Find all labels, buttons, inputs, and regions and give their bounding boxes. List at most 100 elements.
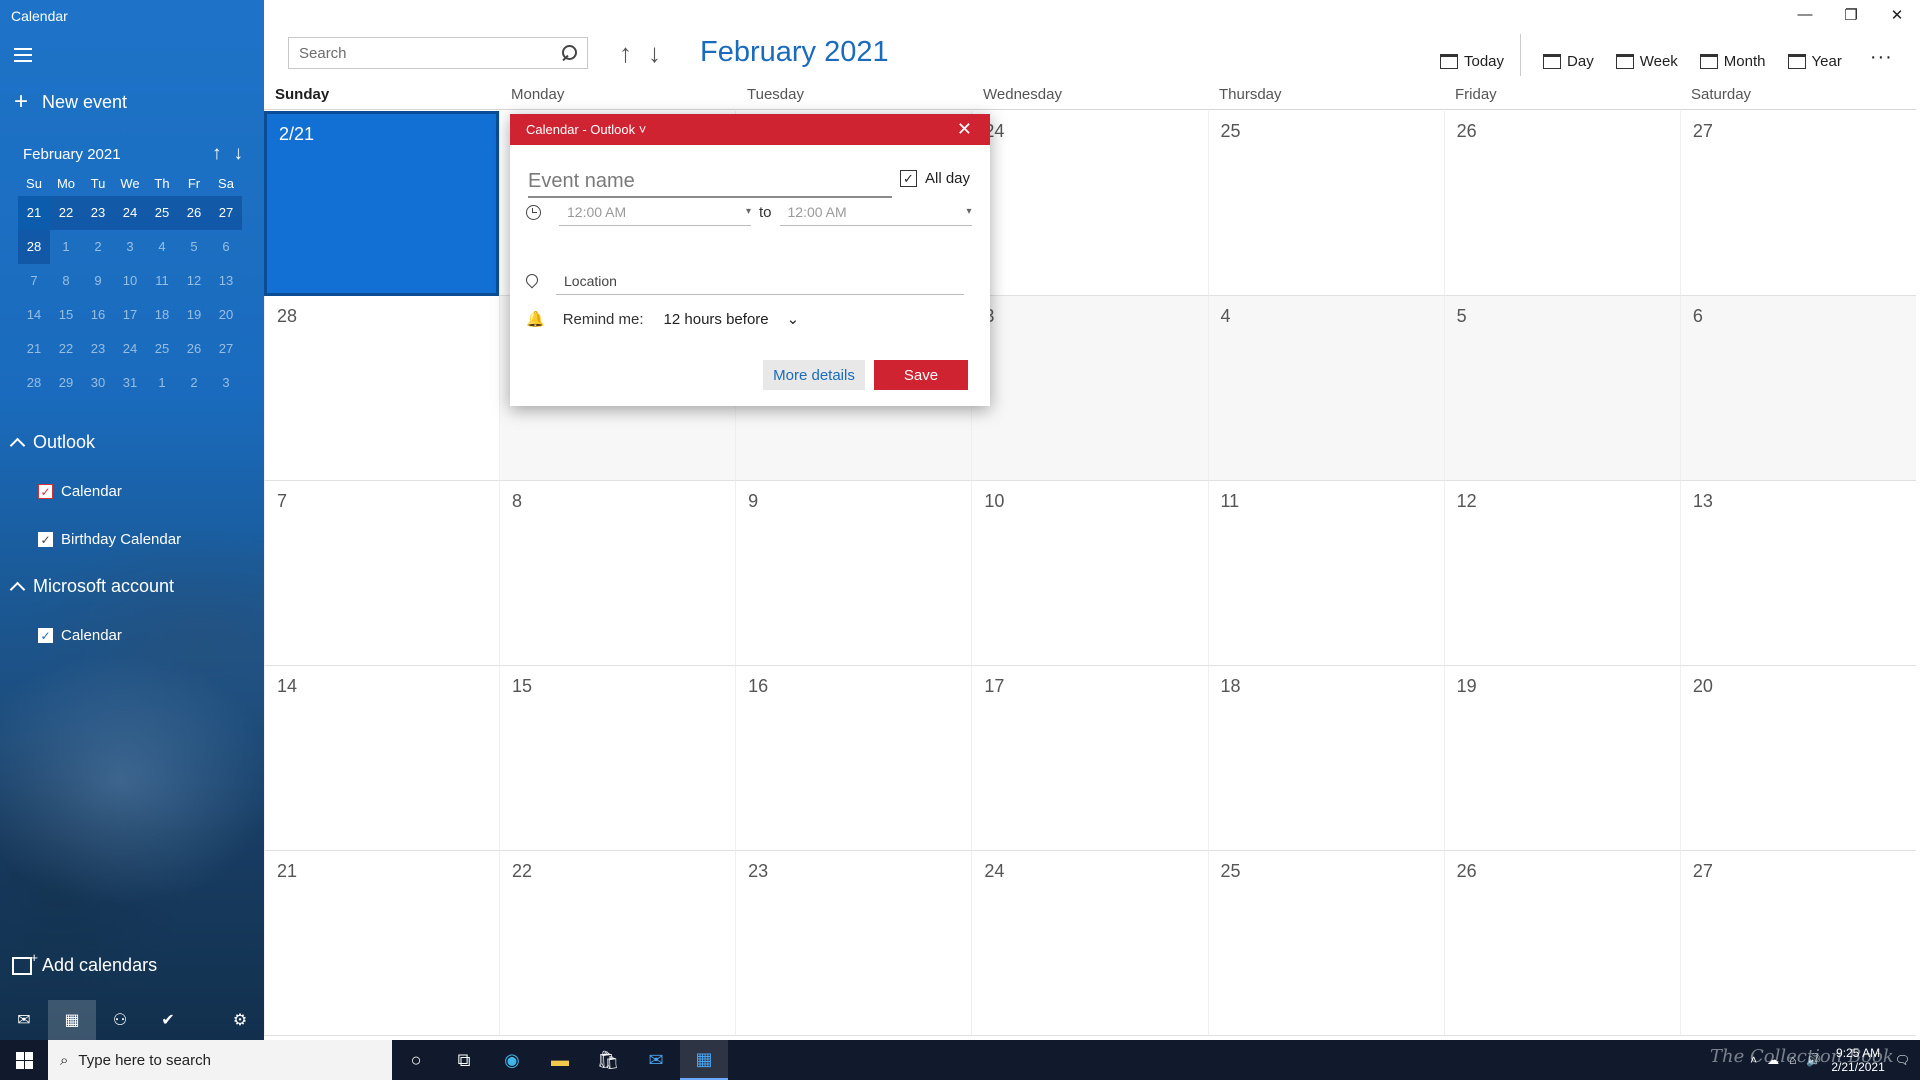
all-day-checkbox[interactable]: ✓ All day [900,170,970,187]
day-cell[interactable]: 14 [264,666,499,851]
calendar-selector[interactable]: Calendar - Outlook ˅ [526,122,646,137]
save-button[interactable]: Save [874,360,968,390]
mini-day-cell[interactable]: 18 [146,298,178,332]
day-cell[interactable]: 12 [1443,481,1680,666]
mini-day-cell[interactable]: 23 [82,332,114,366]
reminder-select[interactable]: 12 hours before ⌄ [664,310,800,329]
mini-calendar-title[interactable]: February 2021 [23,146,121,163]
mini-day-cell[interactable]: 17 [114,298,146,332]
checkbox-checked-icon[interactable]: ✓ [38,628,53,643]
next-month-arrow-icon[interactable]: ↓ [648,38,661,69]
microsoft-calendar-item[interactable]: ✓ Calendar [38,627,122,644]
mini-prev-arrow-icon[interactable]: ↑ [212,143,222,165]
mini-day-cell[interactable]: 31 [114,366,146,400]
day-cell[interactable]: 20 [1679,666,1916,851]
day-cell[interactable]: 9 [735,481,972,666]
day-cell[interactable]: 22 [499,851,736,1036]
mini-day-cell[interactable]: 3 [114,230,146,264]
day-cell[interactable]: 2/21 [264,111,499,296]
store-icon[interactable]: 🛍 [584,1040,632,1080]
day-cell[interactable]: 28 [264,296,499,481]
task-view-icon[interactable]: ⧉ [440,1040,488,1080]
mini-day-cell[interactable]: 24 [114,196,146,230]
day-cell[interactable]: 10 [971,481,1208,666]
mini-day-cell[interactable]: 22 [50,196,82,230]
mini-day-cell[interactable]: 9 [82,264,114,298]
mail-app-icon[interactable]: ✉ [632,1040,680,1080]
mail-icon[interactable]: ✉ [0,1000,48,1040]
mini-day-cell[interactable]: 1 [50,230,82,264]
day-cell[interactable]: 11 [1207,481,1444,666]
day-cell[interactable]: 27 [1679,111,1916,296]
outlook-section-toggle[interactable]: Outlook [9,432,95,454]
add-calendars-button[interactable]: Add calendars [12,950,157,976]
minimize-icon[interactable]: — [1782,6,1828,28]
day-cell[interactable]: 18 [1207,666,1444,851]
mini-day-cell[interactable]: 26 [178,332,210,366]
week-view-button[interactable]: Week [1615,53,1678,70]
more-details-button[interactable]: More details [763,360,865,390]
mini-day-cell[interactable]: 21 [18,196,50,230]
day-cell[interactable]: 7 [264,481,499,666]
mini-day-cell[interactable]: 14 [18,298,50,332]
day-cell[interactable]: 25 [1207,111,1444,296]
mini-day-cell[interactable]: 1 [146,366,178,400]
day-view-button[interactable]: Day [1543,53,1594,70]
day-cell[interactable]: 5 [1443,296,1680,481]
day-cell[interactable]: 4 [1207,296,1444,481]
taskbar-search-input[interactable]: ⌕ Type here to search [48,1040,392,1080]
mini-day-cell[interactable]: 25 [146,332,178,366]
day-cell[interactable]: 16 [735,666,972,851]
search-input[interactable]: Search [288,37,588,69]
search-icon[interactable] [561,45,577,61]
mini-next-arrow-icon[interactable]: ↓ [234,143,244,165]
close-window-icon[interactable]: ✕ [1874,6,1920,28]
day-cell[interactable]: 27 [1679,851,1916,1036]
mini-day-cell[interactable]: 27 [210,332,242,366]
mini-day-cell[interactable]: 24 [114,332,146,366]
mini-day-cell[interactable]: 4 [146,230,178,264]
mini-day-cell[interactable]: 5 [178,230,210,264]
mini-day-cell[interactable]: 29 [50,366,82,400]
start-time-select[interactable]: 12:00 AM ▾ [559,198,751,226]
day-cell[interactable]: 13 [1679,481,1916,666]
day-cell[interactable]: 25 [1207,851,1444,1036]
calendar-app-icon[interactable]: ▦ [680,1040,728,1080]
event-name-input[interactable]: Event name [528,166,892,198]
mini-day-cell[interactable]: 27 [210,196,242,230]
day-cell[interactable]: 26 [1443,851,1680,1036]
day-cell[interactable]: 17 [971,666,1208,851]
mini-day-cell[interactable]: 6 [210,230,242,264]
mini-day-cell[interactable]: 13 [210,264,242,298]
day-cell[interactable]: 24 [971,851,1208,1036]
mini-day-cell[interactable]: 25 [146,196,178,230]
mini-day-cell[interactable]: 2 [178,366,210,400]
mini-day-cell[interactable]: 20 [210,298,242,332]
edge-browser-icon[interactable]: ◉ [488,1040,536,1080]
cortana-icon[interactable]: ○ [392,1040,440,1080]
today-button[interactable]: Today [1440,53,1504,70]
mini-day-cell[interactable]: 21 [18,332,50,366]
windows-start-icon[interactable] [0,1040,48,1080]
mini-day-cell[interactable]: 16 [82,298,114,332]
end-time-select[interactable]: 12:00 AM ▾ [779,198,972,226]
month-title[interactable]: February 2021 [700,36,889,69]
mini-day-cell[interactable]: 10 [114,264,146,298]
mini-day-cell[interactable]: 19 [178,298,210,332]
mini-day-cell[interactable]: 30 [82,366,114,400]
mini-day-cell[interactable]: 28 [18,230,50,264]
new-event-button[interactable]: + New event [14,90,127,114]
outlook-calendar-item[interactable]: ✓ Calendar [38,483,122,500]
mini-day-cell[interactable]: 12 [178,264,210,298]
gear-icon[interactable]: ⚙ [216,1000,264,1040]
todo-icon[interactable]: ✔ [144,1000,192,1040]
day-cell[interactable]: 6 [1679,296,1916,481]
restore-icon[interactable]: ❐ [1828,6,1874,28]
file-explorer-icon[interactable]: ▬ [536,1040,584,1080]
hamburger-menu-icon[interactable] [14,48,32,62]
mini-day-cell[interactable]: 23 [82,196,114,230]
mini-day-cell[interactable]: 22 [50,332,82,366]
day-cell[interactable]: 3 [971,296,1208,481]
day-cell[interactable]: 15 [499,666,736,851]
checkbox-checked-icon[interactable]: ✓ [38,484,53,499]
